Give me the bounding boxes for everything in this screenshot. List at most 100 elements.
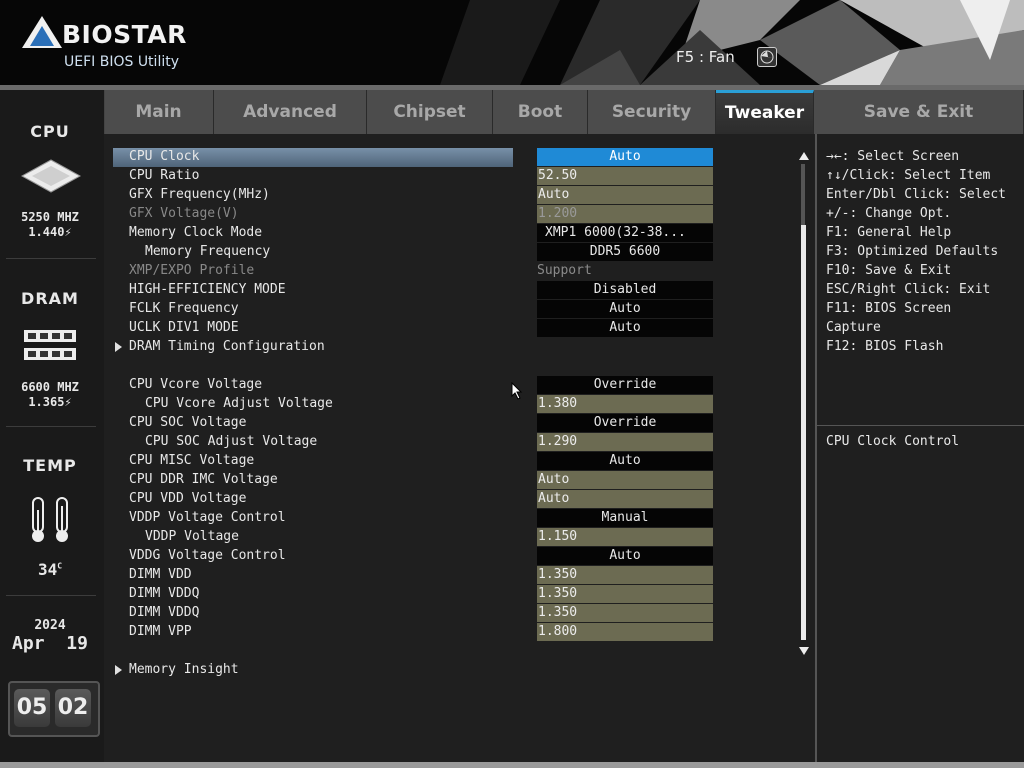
setting-value-cpu-clock[interactable]: Auto xyxy=(537,148,713,166)
setting-label: VDDG Voltage Control xyxy=(129,548,286,563)
help-divider xyxy=(817,425,1024,426)
bios-subtitle: UEFI BIOS Utility xyxy=(64,54,179,70)
up-down-arrows-icon: ↑↓ xyxy=(826,168,842,183)
setting-value-dimm-vddq-2[interactable]: 1.350 xyxy=(537,604,713,622)
fan-icon[interactable] xyxy=(757,47,777,67)
setting-uclk-div1-mode[interactable]: UCLK DIV1 MODE xyxy=(113,319,513,338)
setting-label: CPU MISC Voltage xyxy=(129,453,255,468)
setting-value-cpu-vdd-voltage[interactable]: Auto xyxy=(537,490,713,508)
setting-value-memory-frequency[interactable]: DDR5 6600 xyxy=(537,243,713,261)
setting-cpu-vcore-voltage[interactable]: CPU Vcore Voltage xyxy=(113,376,513,395)
setting-fclk-frequency[interactable]: FCLK Frequency xyxy=(113,300,513,319)
setting-dimm-vddq[interactable]: DIMM VDDQ xyxy=(113,585,513,604)
tab-tweaker[interactable]: Tweaker xyxy=(716,90,814,134)
thermometer-icon xyxy=(32,497,68,542)
scrollbar-thumb[interactable] xyxy=(801,225,806,640)
setting-cpu-ddr-imc-voltage[interactable]: CPU DDR IMC Voltage xyxy=(113,471,513,490)
setting-value-dimm-vpp[interactable]: 1.800 xyxy=(537,623,713,641)
setting-value-cpu-vcore-adjust-voltage[interactable]: 1.380 xyxy=(537,395,713,413)
panel-divider xyxy=(6,595,96,596)
submenu-arrow-icon xyxy=(115,665,122,675)
setting-label: DRAM Timing Configuration xyxy=(129,339,325,354)
setting-value-high-efficiency-mode[interactable]: Disabled xyxy=(537,281,713,299)
help-key-change-opt: +/-: Change Opt. xyxy=(826,206,952,221)
setting-value-dimm-vdd[interactable]: 1.350 xyxy=(537,566,713,584)
submenu-dram-timing-configuration[interactable]: DRAM Timing Configuration xyxy=(113,338,513,357)
setting-value-vddp-voltage[interactable]: 1.150 xyxy=(537,528,713,546)
setting-cpu-soc-voltage[interactable]: CPU SOC Voltage xyxy=(113,414,513,433)
help-key-general-help: F1: General Help xyxy=(826,225,952,240)
setting-cpu-misc-voltage[interactable]: CPU MISC Voltage xyxy=(113,452,513,471)
submenu-memory-insight[interactable]: Memory Insight xyxy=(113,661,513,680)
setting-vddg-voltage-control[interactable]: VDDG Voltage Control xyxy=(113,547,513,566)
setting-value-dimm-vddq[interactable]: 1.350 xyxy=(537,585,713,603)
setting-label: Memory Insight xyxy=(129,662,239,677)
setting-dimm-vpp[interactable]: DIMM VPP xyxy=(113,623,513,642)
help-key-screen-capture-cont: Capture xyxy=(826,320,881,335)
setting-label: DIMM VPP xyxy=(129,624,192,639)
cpu-voltage: 1.440⚡ xyxy=(28,225,72,239)
clock: 05 02 xyxy=(8,681,100,737)
fan-hotkey-label[interactable]: F5 : Fan xyxy=(676,48,735,66)
mouse-cursor-icon xyxy=(511,382,523,400)
setting-value-uclk-div1-mode[interactable]: Auto xyxy=(537,319,713,337)
setting-label: Memory Frequency xyxy=(145,244,271,259)
setting-value-cpu-ratio[interactable]: 52.50 xyxy=(537,167,713,185)
setting-cpu-clock[interactable]: CPU Clock xyxy=(113,148,513,167)
scroll-up-arrow-icon[interactable] xyxy=(799,152,809,160)
setting-value-cpu-vcore-voltage[interactable]: Override xyxy=(537,376,713,394)
tab-save-exit[interactable]: Save & Exit xyxy=(814,90,1024,134)
setting-value-fclk-frequency[interactable]: Auto xyxy=(537,300,713,318)
tab-main[interactable]: Main xyxy=(104,90,214,134)
setting-vddp-voltage[interactable]: VDDP Voltage xyxy=(113,528,513,547)
setting-cpu-vdd-voltage[interactable]: CPU VDD Voltage xyxy=(113,490,513,509)
help-panel: →←: Select Screen ↑↓/Click: Select Item … xyxy=(815,134,1024,762)
bottom-bar xyxy=(0,762,1024,768)
tab-security[interactable]: Security xyxy=(588,90,716,134)
help-key-select: Enter/Dbl Click: Select xyxy=(826,187,1007,202)
setting-value-cpu-misc-voltage[interactable]: Auto xyxy=(537,452,713,470)
dram-module-icon xyxy=(24,330,76,360)
setting-label: DIMM VDDQ xyxy=(129,586,200,601)
setting-value-cpu-soc-adjust-voltage[interactable]: 1.290 xyxy=(537,433,713,451)
setting-high-efficiency-mode[interactable]: HIGH-EFFICIENCY MODE xyxy=(113,281,513,300)
setting-label: Memory Clock Mode xyxy=(129,225,263,240)
setting-cpu-vcore-adjust-voltage[interactable]: CPU Vcore Adjust Voltage xyxy=(113,395,513,414)
item-description: CPU Clock Control xyxy=(826,434,960,449)
setting-label: CPU SOC Voltage xyxy=(129,415,247,430)
date-month-day: Apr 19 xyxy=(12,633,88,654)
setting-value-vddg-voltage-control[interactable]: Auto xyxy=(537,547,713,565)
cpu-title: CPU xyxy=(30,122,70,141)
setting-value-gfx-frequency[interactable]: Auto xyxy=(537,186,713,204)
setting-value-memory-clock-mode[interactable]: XMP1 6000(32-38... xyxy=(537,224,713,242)
setting-cpu-ratio[interactable]: CPU Ratio xyxy=(113,167,513,186)
system-status-panel: CPU 5250 MHZ 1.440⚡ DRAM 6600 MHZ 1.365⚡… xyxy=(0,90,105,762)
setting-dimm-vddq-2[interactable]: DIMM VDDQ xyxy=(113,604,513,623)
scroll-down-arrow-icon[interactable] xyxy=(799,647,809,655)
setting-label: CPU DDR IMC Voltage xyxy=(129,472,278,487)
setting-label: UCLK DIV1 MODE xyxy=(129,320,239,335)
setting-value-xmp-expo-profile: Support xyxy=(537,263,592,278)
setting-label: GFX Voltage(V) xyxy=(129,206,239,221)
setting-vddp-voltage-control[interactable]: VDDP Voltage Control xyxy=(113,509,513,528)
setting-label: DIMM VDDQ xyxy=(129,605,200,620)
help-key-screen-capture: F11: BIOS Screen xyxy=(826,301,952,316)
tab-chipset[interactable]: Chipset xyxy=(367,90,493,134)
setting-label: CPU SOC Adjust Voltage xyxy=(145,434,318,449)
setting-value-cpu-soc-voltage[interactable]: Override xyxy=(537,414,713,432)
setting-memory-frequency[interactable]: Memory Frequency xyxy=(113,243,513,262)
help-key-bios-flash: F12: BIOS Flash xyxy=(826,339,944,354)
voltage-bolt-icon: ⚡ xyxy=(64,395,72,409)
setting-gfx-frequency[interactable]: GFX Frequency(MHz) xyxy=(113,186,513,205)
dram-title: DRAM xyxy=(21,289,79,308)
cpu-chip-icon xyxy=(20,159,82,193)
setting-value-cpu-ddr-imc-voltage[interactable]: Auto xyxy=(537,471,713,489)
setting-value-vddp-voltage-control[interactable]: Manual xyxy=(537,509,713,527)
setting-memory-clock-mode[interactable]: Memory Clock Mode xyxy=(113,224,513,243)
setting-dimm-vdd[interactable]: DIMM VDD xyxy=(113,566,513,585)
setting-cpu-soc-adjust-voltage[interactable]: CPU SOC Adjust Voltage xyxy=(113,433,513,452)
voltage-bolt-icon: ⚡ xyxy=(64,225,72,239)
tab-advanced[interactable]: Advanced xyxy=(214,90,367,134)
tab-boot[interactable]: Boot xyxy=(493,90,588,134)
setting-label: CPU VDD Voltage xyxy=(129,491,247,506)
